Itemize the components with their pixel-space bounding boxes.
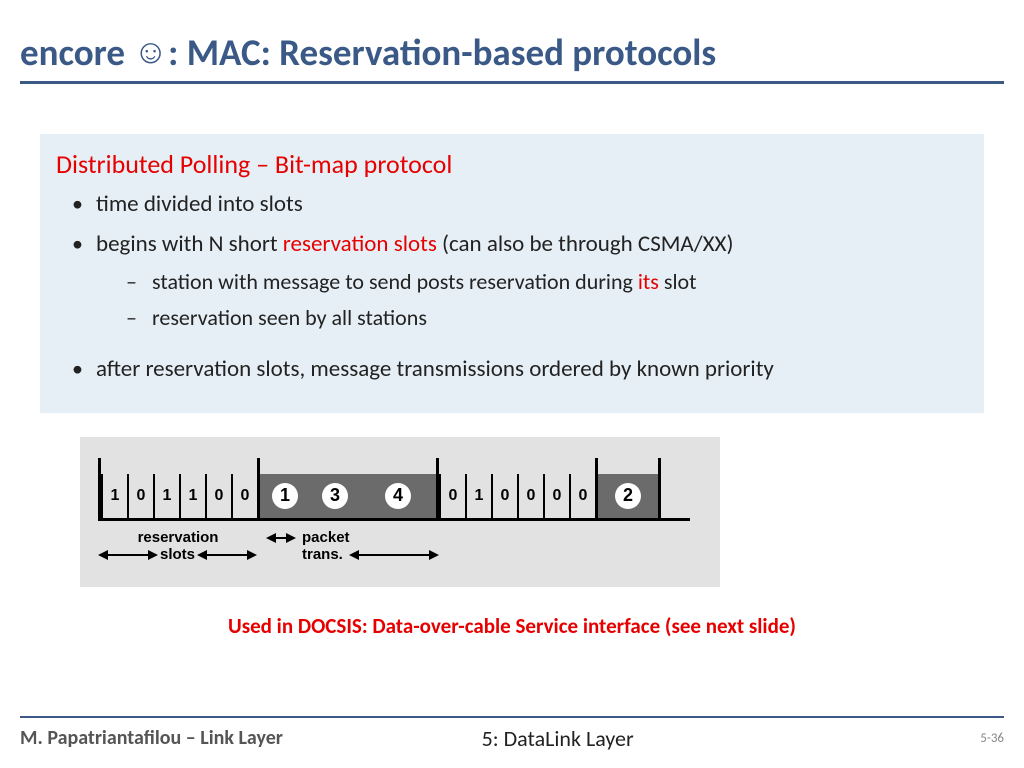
docsis-note: Used in DOCSIS: Data-over-cable Service … <box>20 613 1004 639</box>
diagram-labels: reservation slots packet trans. <box>98 529 690 563</box>
arrow-icon <box>197 548 257 562</box>
title-suffix: : MAC: Reservation-based protocols <box>168 30 716 75</box>
reservation-slot: 0 <box>205 474 231 518</box>
reservation-slot: 0 <box>517 474 543 518</box>
packet-block: 4 <box>360 474 436 518</box>
arrow-icon <box>349 548 439 562</box>
slide: encore ☺: MAC: Reservation-based protoco… <box>0 0 1024 768</box>
packet-block: 2 <box>598 474 658 518</box>
reservation-slot: 1 <box>101 474 127 518</box>
reservation-slot: 0 <box>543 474 569 518</box>
slide-title: encore ☺: MAC: Reservation-based protoco… <box>20 30 716 75</box>
reservation-slot: 1 <box>179 474 205 518</box>
smiley-icon: ☺ <box>133 32 168 73</box>
bullet-list: time divided into slots begins with N sh… <box>56 190 968 385</box>
reservation-slot: 0 <box>231 474 257 518</box>
label-group: packet trans. <box>266 529 456 563</box>
arrow-icon <box>98 548 158 562</box>
major-tick <box>658 458 661 518</box>
bullet-item: after reservation slots, message transmi… <box>66 355 968 385</box>
packet-block: 3 <box>310 474 360 518</box>
reservation-slot: 0 <box>569 474 595 518</box>
footer-author: M. Papatriantafilou – Link Layer <box>20 726 283 750</box>
content-box: Distributed Polling – Bit-map protocol t… <box>40 134 984 413</box>
arrow-icon <box>266 531 296 545</box>
title-row: encore ☺: MAC: Reservation-based protoco… <box>20 30 1004 84</box>
reservation-slot: 0 <box>439 474 465 518</box>
footer: M. Papatriantafilou – Link Layer 5: Data… <box>20 716 1004 750</box>
packet-block: 1 <box>260 474 310 518</box>
reservation-slot: 0 <box>491 474 517 518</box>
footer-chapter: 5: DataLink Layer <box>482 725 634 752</box>
label-text: reservation <box>138 529 219 546</box>
bitmap-diagram: 1 0 1 1 0 0 1 3 4 0 1 0 0 0 0 2 reservat… <box>80 437 720 587</box>
reservation-slot: 1 <box>465 474 491 518</box>
diagram-row: 1 0 1 1 0 0 1 3 4 0 1 0 0 0 0 2 <box>98 461 690 521</box>
sub-bullet-item: reservation seen by all stations <box>126 304 968 333</box>
reservation-slot: 0 <box>127 474 153 518</box>
bullet-item: time divided into slots <box>66 190 968 220</box>
bullet-item: begins with N short reservation slots (c… <box>66 230 968 333</box>
label-group: reservation slots <box>98 529 258 563</box>
sub-bullet-list: station with message to send posts reser… <box>96 268 968 333</box>
title-prefix: encore <box>20 30 133 75</box>
footer-page: 5-36 <box>980 731 1004 746</box>
box-heading: Distributed Polling – Bit-map protocol <box>56 148 968 180</box>
sub-bullet-item: station with message to send posts reser… <box>126 268 968 297</box>
reservation-slot: 1 <box>153 474 179 518</box>
